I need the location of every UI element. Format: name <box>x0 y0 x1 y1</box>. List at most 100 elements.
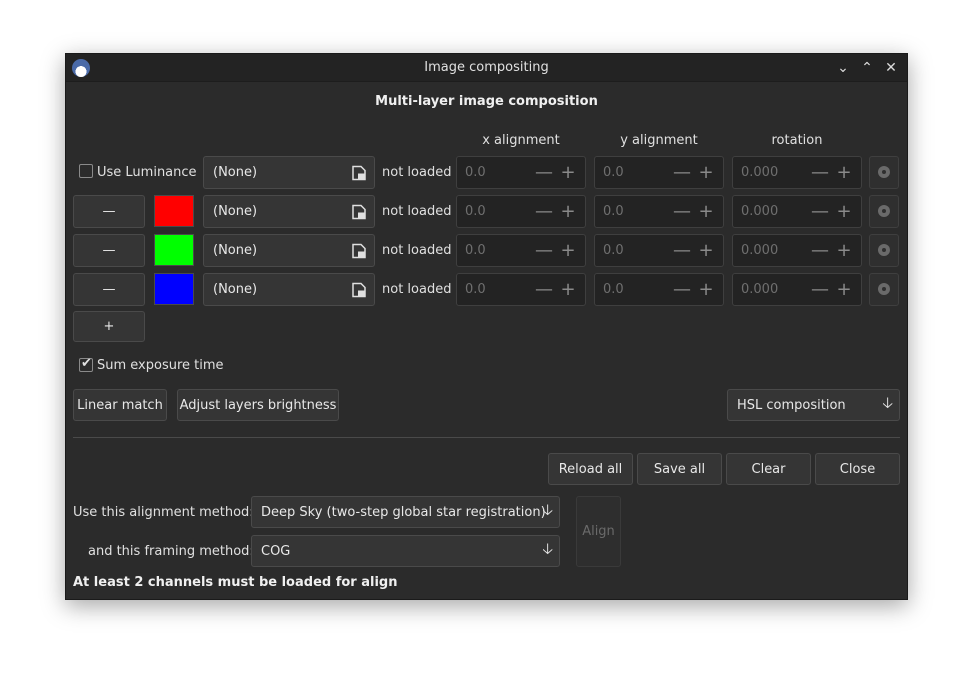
composition-dropdown[interactable]: HSL composition 🡣 <box>727 389 900 421</box>
use-luminance-checkbox[interactable] <box>79 164 93 178</box>
spin-value[interactable]: 0.0 <box>603 282 624 297</box>
remove-layer-button[interactable]: — <box>73 234 145 267</box>
spin-value[interactable]: 0.000 <box>741 204 778 219</box>
maximize-button[interactable]: ⌃ <box>857 58 877 78</box>
spin-value[interactable]: 0.0 <box>603 204 624 219</box>
spin-value[interactable]: 0.0 <box>465 243 486 258</box>
increment-icon[interactable]: + <box>695 200 717 224</box>
add-layer-button[interactable]: + <box>73 311 145 342</box>
increment-icon[interactable]: + <box>557 200 579 224</box>
file-open-icon <box>352 282 366 297</box>
rotation-spin[interactable]: 0.000 — + <box>732 234 862 267</box>
spin-value[interactable]: 0.000 <box>741 282 778 297</box>
increment-icon[interactable]: + <box>695 161 717 185</box>
reset-icon <box>878 283 890 295</box>
reset-layer-button[interactable] <box>869 156 899 189</box>
minimize-button[interactable]: ⌄ <box>833 58 853 78</box>
sum-exposure-label: Sum exposure time <box>97 358 224 373</box>
decrement-icon[interactable]: — <box>533 278 555 302</box>
close-window-button[interactable]: ✕ <box>881 58 901 78</box>
checkmark-icon: ✔ <box>81 356 92 371</box>
decrement-icon[interactable]: — <box>533 239 555 263</box>
close-button[interactable]: Close <box>815 453 900 485</box>
layer-status: not loaded <box>382 165 452 180</box>
alignment-method-dropdown[interactable]: Deep Sky (two-step global star registrat… <box>251 496 560 528</box>
spin-value[interactable]: 0.000 <box>741 165 778 180</box>
reset-layer-button[interactable] <box>869 273 899 306</box>
decrement-icon[interactable]: — <box>533 161 555 185</box>
decrement-icon[interactable]: — <box>809 200 831 224</box>
rotation-spin[interactable]: 0.000 — + <box>732 195 862 228</box>
spin-value[interactable]: 0.0 <box>465 282 486 297</box>
remove-layer-button[interactable]: — <box>73 273 145 306</box>
decrement-icon[interactable]: — <box>671 278 693 302</box>
x-alignment-spin[interactable]: 0.0 — + <box>456 273 586 306</box>
increment-icon[interactable]: + <box>557 161 579 185</box>
layer-color-swatch[interactable] <box>154 195 194 227</box>
increment-icon[interactable]: + <box>557 278 579 302</box>
increment-icon[interactable]: + <box>833 239 855 263</box>
decrement-icon[interactable]: — <box>671 161 693 185</box>
spin-value[interactable]: 0.0 <box>603 243 624 258</box>
reload-all-button[interactable]: Reload all <box>548 453 633 485</box>
alignment-method-label: Use this alignment method: <box>73 505 254 520</box>
dialog-heading: Multi-layer image composition <box>375 94 598 109</box>
layer-status: not loaded <box>382 243 452 258</box>
decrement-icon[interactable]: — <box>809 161 831 185</box>
layer-color-swatch[interactable] <box>154 234 194 266</box>
layer-file-chooser[interactable]: (None) <box>203 273 375 306</box>
decrement-icon[interactable]: — <box>533 200 555 224</box>
decrement-icon[interactable]: — <box>671 200 693 224</box>
reset-layer-button[interactable] <box>869 195 899 228</box>
y-alignment-spin[interactable]: 0.0 — + <box>594 195 724 228</box>
layer-file-chooser[interactable]: (None) <box>203 195 375 228</box>
decrement-icon[interactable]: — <box>809 239 831 263</box>
separator <box>73 437 900 438</box>
increment-icon[interactable]: + <box>833 161 855 185</box>
file-chooser-label: (None) <box>213 204 258 219</box>
adjust-brightness-button[interactable]: Adjust layers brightness <box>177 389 339 421</box>
spin-value[interactable]: 0.0 <box>465 165 486 180</box>
reset-icon <box>878 244 890 256</box>
composition-dropdown-value: HSL composition <box>737 397 846 413</box>
align-warning-message: At least 2 channels must be loaded for a… <box>73 575 398 590</box>
align-button[interactable]: Align <box>576 496 621 567</box>
framing-method-value: COG <box>261 543 291 559</box>
rotation-spin[interactable]: 0.000 — + <box>732 156 862 189</box>
file-open-icon <box>352 165 366 180</box>
x-alignment-spin[interactable]: 0.0 — + <box>456 195 586 228</box>
window-title: Image compositing <box>424 60 549 75</box>
file-open-icon <box>352 243 366 258</box>
clear-button[interactable]: Clear <box>726 453 811 485</box>
layer-file-chooser[interactable]: (None) <box>203 234 375 267</box>
linear-match-button[interactable]: Linear match <box>73 389 167 421</box>
reset-layer-button[interactable] <box>869 234 899 267</box>
save-all-button[interactable]: Save all <box>637 453 722 485</box>
sum-exposure-checkbox[interactable]: ✔ <box>79 356 93 372</box>
layer-color-swatch[interactable] <box>154 273 194 305</box>
increment-icon[interactable]: + <box>833 278 855 302</box>
framing-method-label: and this framing method: <box>88 544 254 559</box>
x-alignment-spin[interactable]: 0.0 — + <box>456 156 586 189</box>
file-chooser-label: (None) <box>213 165 258 180</box>
decrement-icon[interactable]: — <box>671 239 693 263</box>
spin-value[interactable]: 0.0 <box>603 165 624 180</box>
down-arrow-icon: 🡣 <box>882 393 893 412</box>
x-alignment-header: x alignment <box>482 133 560 148</box>
reset-icon <box>878 166 890 178</box>
spin-value[interactable]: 0.0 <box>465 204 486 219</box>
spin-value[interactable]: 0.000 <box>741 243 778 258</box>
increment-icon[interactable]: + <box>833 200 855 224</box>
x-alignment-spin[interactable]: 0.0 — + <box>456 234 586 267</box>
y-alignment-spin[interactable]: 0.0 — + <box>594 156 724 189</box>
remove-layer-button[interactable]: — <box>73 195 145 228</box>
increment-icon[interactable]: + <box>695 278 717 302</box>
framing-method-dropdown[interactable]: COG 🡣 <box>251 535 560 567</box>
increment-icon[interactable]: + <box>557 239 579 263</box>
rotation-spin[interactable]: 0.000 — + <box>732 273 862 306</box>
y-alignment-spin[interactable]: 0.0 — + <box>594 273 724 306</box>
y-alignment-spin[interactable]: 0.0 — + <box>594 234 724 267</box>
increment-icon[interactable]: + <box>695 239 717 263</box>
decrement-icon[interactable]: — <box>809 278 831 302</box>
layer-file-chooser[interactable]: (None) <box>203 156 375 189</box>
